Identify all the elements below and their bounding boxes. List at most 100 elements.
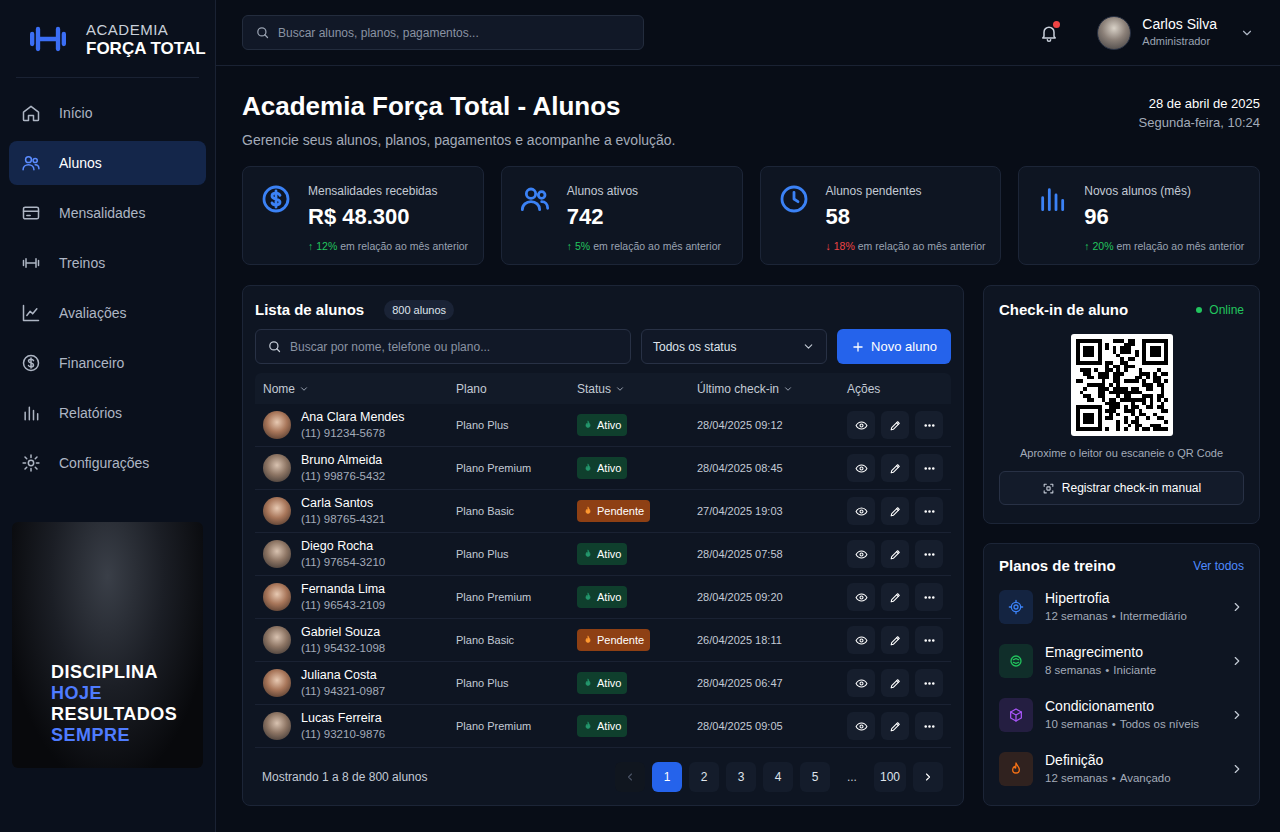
student-avatar	[263, 626, 291, 654]
online-dot	[1196, 307, 1202, 313]
notifications-button[interactable]	[1035, 19, 1063, 47]
prev-page-button[interactable]	[615, 762, 645, 792]
see-all-link[interactable]: Ver todos	[1193, 557, 1244, 575]
edit-button[interactable]	[881, 540, 909, 568]
more-button[interactable]	[915, 669, 943, 697]
column-header[interactable]: Último check-in	[697, 380, 847, 398]
more-button[interactable]	[915, 583, 943, 611]
sidebar-item[interactable]: Alunos	[9, 141, 206, 185]
status-badge: Ativo	[577, 672, 627, 694]
status-badge: Pendente	[577, 500, 650, 522]
plan-item[interactable]: Definição12 semanas•Avançado	[999, 742, 1244, 796]
gear-icon	[21, 453, 41, 473]
more-button[interactable]	[915, 712, 943, 740]
student-search[interactable]	[255, 329, 631, 364]
sidebar-item[interactable]: Treinos	[9, 241, 206, 285]
table-row[interactable]: Diego Rocha(11) 97654-3210Plano PlusAtiv…	[255, 533, 951, 576]
page-date: 28 de abril de 2025	[1149, 94, 1260, 113]
trend-note: em relação ao mês anterior	[340, 239, 468, 253]
online-status: Online	[1209, 301, 1244, 319]
sidebar-item[interactable]: Avaliações	[9, 291, 206, 335]
trend-arrow: ↑	[567, 239, 572, 253]
top-bar: Carlos SilvaAdministrador	[216, 0, 1280, 66]
edit-button[interactable]	[881, 669, 909, 697]
student-search-input[interactable]	[290, 338, 619, 356]
table-row[interactable]: Juliana Costa(11) 94321-0987Plano PlusAt…	[255, 662, 951, 705]
table-row[interactable]: Bruno Almeida(11) 99876-5432Plano Premiu…	[255, 447, 951, 490]
student-phone: (11) 98765-4321	[301, 511, 385, 527]
view-button[interactable]	[847, 497, 875, 525]
table-header: NomePlanoStatusÚltimo check-inAções	[255, 373, 951, 404]
view-button[interactable]	[847, 626, 875, 654]
global-search[interactable]	[242, 15, 644, 50]
edit-button[interactable]	[881, 411, 909, 439]
sidebar-item[interactable]: Financeiro	[9, 341, 206, 385]
chevron-right-icon	[922, 771, 934, 783]
page-button[interactable]: 5	[800, 762, 830, 792]
view-button[interactable]	[847, 411, 875, 439]
more-button[interactable]	[915, 454, 943, 482]
sidebar-item[interactable]: Mensalidades	[9, 191, 206, 235]
table-row[interactable]: Carla Santos(11) 98765-4321Plano BasicPe…	[255, 490, 951, 533]
stat-change: ↓18%em relação ao mês anterior	[826, 239, 986, 253]
brand-line: ACADEMIA	[86, 20, 206, 39]
table-row[interactable]: Lucas Ferreira(11) 93210-9876Plano Premi…	[255, 705, 951, 748]
edit-button[interactable]	[881, 712, 909, 740]
eye-icon	[855, 677, 868, 690]
last-checkin: 26/04/2025 18:11	[697, 632, 847, 649]
edit-button[interactable]	[881, 626, 909, 654]
manual-checkin-button[interactable]: Registrar check-in manual	[999, 471, 1244, 505]
stat-card: Alunos pendentes58↓18%em relação ao mês …	[760, 166, 1002, 265]
user-menu[interactable]: Carlos SilvaAdministrador	[1097, 16, 1254, 50]
page-button[interactable]: 1	[652, 762, 682, 792]
plan-item[interactable]: Hipertrofia12 semanas•Intermediário	[999, 580, 1244, 634]
table-row[interactable]: Ana Clara Mendes(11) 91234-5678Plano Plu…	[255, 404, 951, 447]
edit-button[interactable]	[881, 583, 909, 611]
page-title: Academia Força Total - Alunos	[242, 90, 676, 122]
global-search-input[interactable]	[278, 24, 631, 42]
more-button[interactable]	[915, 540, 943, 568]
view-button[interactable]	[847, 540, 875, 568]
logo[interactable]: ACADEMIAFORÇA TOTAL	[16, 0, 199, 78]
plan-item[interactable]: Condicionamento10 semanas•Todos os nívei…	[999, 688, 1244, 742]
column-header[interactable]: Status	[577, 380, 697, 398]
search-icon	[267, 339, 282, 354]
view-button[interactable]	[847, 712, 875, 740]
page-button[interactable]: 2	[689, 762, 719, 792]
more-button[interactable]	[915, 497, 943, 525]
plan-item[interactable]: Emagrecimento8 semanas•Iniciante	[999, 634, 1244, 688]
student-name: Diego Rocha	[301, 538, 385, 554]
page-button[interactable]: 100	[874, 762, 906, 792]
column-header[interactable]: Nome	[263, 380, 456, 398]
status-filter[interactable]: Todos os status	[641, 329, 827, 364]
sidebar-item[interactable]: Relatórios	[9, 391, 206, 435]
status-badge: Ativo	[577, 457, 627, 479]
pencil-icon	[889, 634, 902, 647]
student-name: Lucas Ferreira	[301, 710, 385, 726]
users-icon	[519, 183, 551, 215]
next-page-button[interactable]	[913, 762, 943, 792]
view-button[interactable]	[847, 454, 875, 482]
view-button[interactable]	[847, 583, 875, 611]
new-student-button[interactable]: Novo aluno	[837, 329, 951, 364]
separator: •	[1112, 769, 1116, 787]
more-button[interactable]	[915, 411, 943, 439]
trend-note: em relação ao mês anterior	[858, 239, 986, 253]
page-button[interactable]: 4	[763, 762, 793, 792]
sidebar-item[interactable]: Início	[9, 91, 206, 135]
brain-icon	[1008, 653, 1024, 669]
bar-chart-icon	[1036, 183, 1068, 215]
plan-name: Condicionamento	[1045, 697, 1218, 715]
page-label: 4	[775, 768, 782, 786]
edit-button[interactable]	[881, 454, 909, 482]
view-button[interactable]	[847, 669, 875, 697]
column-header: Plano	[456, 380, 577, 398]
sidebar-label: Avaliações	[59, 303, 126, 324]
sidebar-item[interactable]: Configurações	[9, 441, 206, 485]
edit-button[interactable]	[881, 497, 909, 525]
more-button[interactable]	[915, 626, 943, 654]
plan-icon-box	[999, 698, 1033, 732]
page-button[interactable]: 3	[726, 762, 756, 792]
table-row[interactable]: Fernanda Lima(11) 96543-2109Plano Premiu…	[255, 576, 951, 619]
table-row[interactable]: Gabriel Souza(11) 95432-1098Plano BasicP…	[255, 619, 951, 662]
